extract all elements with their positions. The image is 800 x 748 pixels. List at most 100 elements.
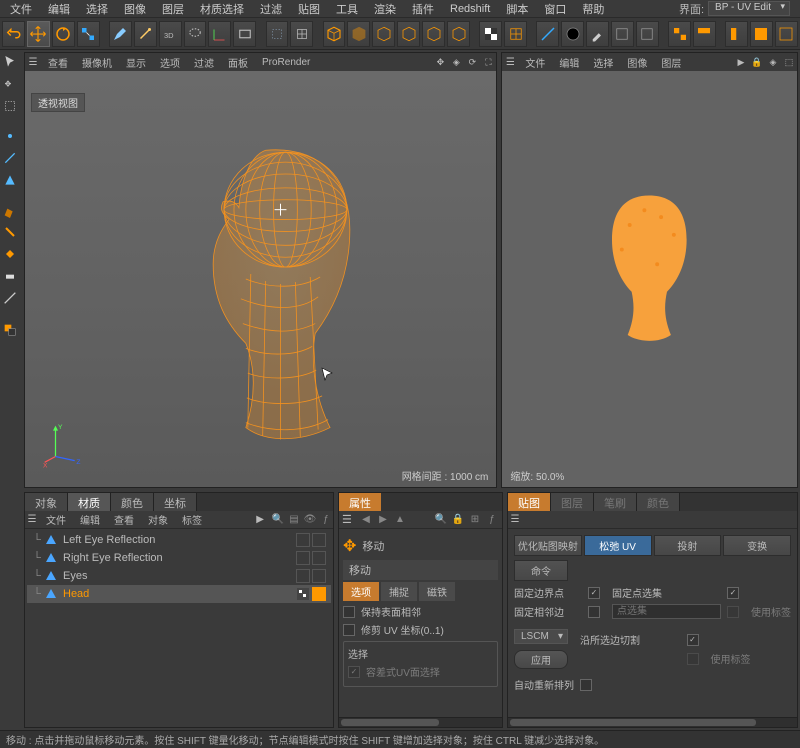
uv-command-btn[interactable]: 命令: [514, 560, 568, 581]
auto-rearrange-checkbox[interactable]: [580, 679, 592, 691]
vuv-tab-edit[interactable]: 编辑: [552, 55, 586, 70]
uv-mode-transform[interactable]: 变换: [723, 535, 791, 556]
menu-window[interactable]: 窗口: [536, 1, 574, 17]
attr-search-icon[interactable]: 🔍: [434, 513, 448, 527]
attr-up-icon[interactable]: ▲: [393, 513, 407, 527]
tool-cube-2[interactable]: [347, 21, 370, 47]
tool-uv-a[interactable]: [668, 21, 691, 47]
tool-cube-6[interactable]: [447, 21, 470, 47]
uv-mode-optimize[interactable]: 优化贴图映射: [514, 535, 582, 556]
tool-uv-b[interactable]: [693, 21, 716, 47]
uv-tab-color[interactable]: 颜色: [637, 493, 680, 511]
ltool-brush[interactable]: [0, 200, 20, 220]
menu-edit[interactable]: 编辑: [40, 1, 78, 17]
menu-file[interactable]: 文件: [2, 1, 40, 17]
uv-tab-texture[interactable]: 贴图: [508, 493, 551, 511]
attr-tab-attributes[interactable]: 属性: [339, 493, 381, 511]
viewport-nav-icon[interactable]: ✥: [433, 55, 447, 69]
vuv-tab-file[interactable]: 文件: [518, 55, 552, 70]
ltool-paint[interactable]: [0, 222, 20, 242]
obj-sub-view[interactable]: 查看: [107, 512, 141, 527]
attr-hscroll[interactable]: [339, 717, 502, 727]
tool-axis[interactable]: [208, 21, 231, 47]
tool-undo[interactable]: [2, 21, 25, 47]
cut-along-sel-checkbox[interactable]: ✓: [687, 634, 699, 646]
table-row[interactable]: └ Head: [27, 585, 331, 603]
tool-rotate[interactable]: [52, 21, 75, 47]
subtab-snap[interactable]: 捕捉: [381, 582, 417, 601]
table-row[interactable]: └ Right Eye Reflection: [27, 549, 331, 567]
ltool-polys[interactable]: [0, 170, 20, 190]
tool-snap[interactable]: [266, 21, 289, 47]
tolerant-uv-checkbox[interactable]: ✓: [348, 666, 360, 678]
tool-scale[interactable]: [77, 21, 100, 47]
tool-rectangle[interactable]: [233, 21, 256, 47]
trim-uv-checkbox[interactable]: [343, 624, 355, 636]
tool-cube-1[interactable]: [323, 21, 346, 47]
obj-tab-material[interactable]: 材质: [68, 493, 111, 511]
tool-checker[interactable]: [479, 21, 502, 47]
ltool-edges[interactable]: [0, 148, 20, 168]
menu-script[interactable]: 脚本: [498, 1, 536, 17]
menu-help[interactable]: 帮助: [574, 1, 612, 17]
obj-sub-edit[interactable]: 编辑: [73, 512, 107, 527]
ltool-eraser[interactable]: [0, 266, 20, 286]
obj-search-icon[interactable]: 🔍: [271, 513, 285, 527]
point-sel-field[interactable]: [612, 604, 721, 619]
menu-image[interactable]: 图像: [116, 1, 154, 17]
tool-wand2[interactable]: [536, 21, 559, 47]
viewport-3d-canvas[interactable]: 透视视图: [25, 71, 496, 487]
attr-fwd-icon[interactable]: ▶: [376, 513, 390, 527]
tool-uv-map[interactable]: [504, 21, 527, 47]
table-row[interactable]: └ Eyes: [27, 567, 331, 585]
tool-move[interactable]: [27, 21, 50, 47]
tool-wand[interactable]: [134, 21, 157, 47]
menu-layer[interactable]: 图层: [154, 1, 192, 17]
attr-func-icon[interactable]: ƒ: [485, 513, 499, 527]
viewport-rotate-icon[interactable]: ⟳: [465, 55, 479, 69]
viewport-uv-zoom-icon[interactable]: ◈: [766, 55, 780, 69]
tool-grid[interactable]: [290, 21, 313, 47]
apply-button[interactable]: 应用: [514, 650, 568, 669]
keep-neighbors-checkbox[interactable]: [343, 606, 355, 618]
menu-plugins[interactable]: 插件: [404, 1, 442, 17]
viewport-uv-lock-icon[interactable]: 🔒: [750, 55, 764, 69]
fix-adj-edge-checkbox[interactable]: [588, 606, 600, 618]
ltool-cursor[interactable]: [0, 52, 20, 72]
obj-func-icon[interactable]: ƒ: [319, 513, 333, 527]
v3d-tab-prorender[interactable]: ProRender: [255, 57, 317, 68]
menu-render[interactable]: 渲染: [366, 1, 404, 17]
obj-sub-file[interactable]: 文件: [39, 512, 73, 527]
vuv-tab-layer[interactable]: 图层: [654, 55, 688, 70]
obj-filter-icon[interactable]: ▤: [287, 513, 301, 527]
menu-redshift[interactable]: Redshift: [442, 3, 498, 15]
v3d-tab-options[interactable]: 选项: [153, 55, 187, 70]
ltool-points[interactable]: [0, 126, 20, 146]
table-row[interactable]: └ Left Eye Reflection: [27, 531, 331, 549]
tool-uv-c[interactable]: [725, 21, 748, 47]
menu-material-select[interactable]: 材质选择: [192, 1, 252, 17]
ltool-swatch[interactable]: [0, 320, 20, 340]
obj-tab-color[interactable]: 颜色: [111, 493, 154, 511]
fix-boundary-checkbox[interactable]: ✓: [588, 587, 600, 599]
attr-new-icon[interactable]: ⊞: [468, 513, 482, 527]
viewport-max-icon[interactable]: ⛶: [481, 55, 495, 69]
obj-eye-icon[interactable]: 👁: [303, 513, 317, 527]
ltool-knife[interactable]: [0, 288, 20, 308]
tool-brush[interactable]: [109, 21, 132, 47]
attr-lock-icon[interactable]: 🔒: [451, 513, 465, 527]
obj-tab-object[interactable]: 对象: [25, 493, 68, 511]
tool-uv-e[interactable]: [775, 21, 798, 47]
tool-cube-4[interactable]: [397, 21, 420, 47]
tool-cube-3[interactable]: [372, 21, 395, 47]
viewport-uv-canvas[interactable]: 缩放: 50.0%: [502, 71, 797, 487]
v3d-tab-view[interactable]: 查看: [41, 55, 75, 70]
relax-method-dropdown[interactable]: LSCM: [514, 629, 568, 644]
ltool-move[interactable]: ✥: [0, 74, 20, 94]
tool-cube-5[interactable]: [422, 21, 445, 47]
uv-tab-brush[interactable]: 笔刷: [594, 493, 637, 511]
viewport-zoom-icon[interactable]: ◈: [449, 55, 463, 69]
tool-lasso[interactable]: [184, 21, 207, 47]
tool-misc2[interactable]: [636, 21, 659, 47]
attr-back-icon[interactable]: ◀: [359, 513, 373, 527]
